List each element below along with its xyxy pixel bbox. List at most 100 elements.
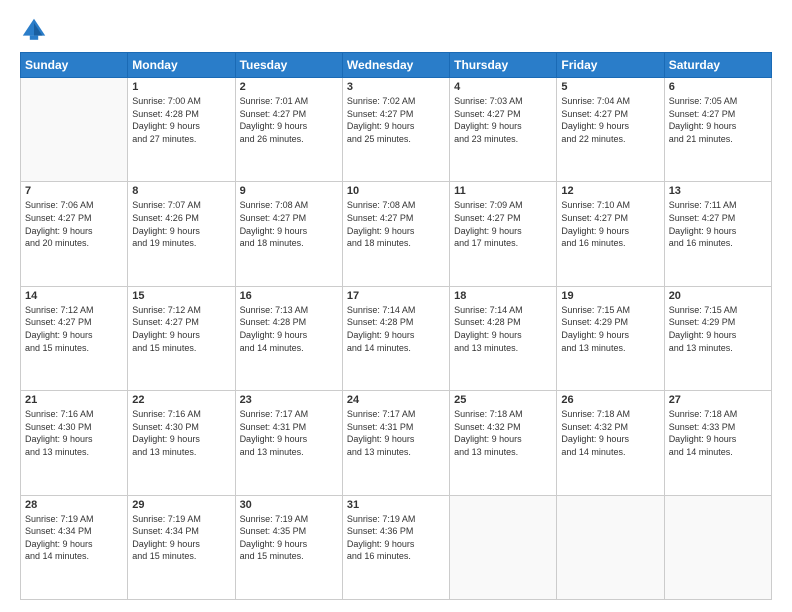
day-info: Sunrise: 7:19 AM Sunset: 4:35 PM Dayligh… (240, 513, 338, 563)
day-info: Sunrise: 7:15 AM Sunset: 4:29 PM Dayligh… (669, 304, 767, 354)
calendar-header: SundayMondayTuesdayWednesdayThursdayFrid… (21, 53, 772, 78)
day-info: Sunrise: 7:17 AM Sunset: 4:31 PM Dayligh… (240, 408, 338, 458)
day-info: Sunrise: 7:08 AM Sunset: 4:27 PM Dayligh… (347, 199, 445, 249)
cell-4-4 (450, 495, 557, 599)
day-number: 11 (454, 185, 552, 197)
day-number: 4 (454, 81, 552, 93)
cell-4-6 (664, 495, 771, 599)
header-monday: Monday (128, 53, 235, 78)
day-info: Sunrise: 7:01 AM Sunset: 4:27 PM Dayligh… (240, 95, 338, 145)
day-number: 17 (347, 290, 445, 302)
day-info: Sunrise: 7:18 AM Sunset: 4:32 PM Dayligh… (561, 408, 659, 458)
day-info: Sunrise: 7:18 AM Sunset: 4:32 PM Dayligh… (454, 408, 552, 458)
day-info: Sunrise: 7:04 AM Sunset: 4:27 PM Dayligh… (561, 95, 659, 145)
day-number: 22 (132, 394, 230, 406)
day-info: Sunrise: 7:19 AM Sunset: 4:36 PM Dayligh… (347, 513, 445, 563)
page: SundayMondayTuesdayWednesdayThursdayFrid… (0, 0, 792, 612)
header (20, 16, 772, 44)
cell-1-6: 13 Sunrise: 7:11 AM Sunset: 4:27 PM Dayli… (664, 182, 771, 286)
cell-4-3: 31Sunrise: 7:19 AM Sunset: 4:36 PM Dayli… (342, 495, 449, 599)
day-number: 25 (454, 394, 552, 406)
cell-1-2: 9Sunrise: 7:08 AM Sunset: 4:27 PM Daylig… (235, 182, 342, 286)
day-number: 13 (669, 185, 767, 197)
day-number: 3 (347, 81, 445, 93)
cell-2-4: 18 Sunrise: 7:14 AM Sunset: 4:28 PM Dayli… (450, 286, 557, 390)
day-number: 5 (561, 81, 659, 93)
day-info: Sunrise: 7:13 AM Sunset: 4:28 PM Dayligh… (240, 304, 338, 354)
day-info: Sunrise: 7:12 AM Sunset: 4:27 PM Dayligh… (25, 304, 123, 354)
header-tuesday: Tuesday (235, 53, 342, 78)
day-number: 20 (669, 290, 767, 302)
cell-4-2: 30 Sunrise: 7:19 AM Sunset: 4:35 PM Dayli… (235, 495, 342, 599)
day-info: Sunrise: 7:00 AM Sunset: 4:28 PM Dayligh… (132, 95, 230, 145)
day-number: 21 (25, 394, 123, 406)
day-info: Sunrise: 7:19 AM Sunset: 4:34 PM Dayligh… (132, 513, 230, 563)
day-info: Sunrise: 7:19 AM Sunset: 4:34 PM Dayligh… (25, 513, 123, 563)
day-number: 18 (454, 290, 552, 302)
cell-3-1: 22 Sunrise: 7:16 AM Sunset: 4:30 PM Dayli… (128, 391, 235, 495)
cell-3-3: 24 Sunrise: 7:17 AM Sunset: 4:31 PM Dayli… (342, 391, 449, 495)
cell-0-6: 6Sunrise: 7:05 AM Sunset: 4:27 PM Daylig… (664, 78, 771, 182)
day-info: Sunrise: 7:02 AM Sunset: 4:27 PM Dayligh… (347, 95, 445, 145)
cell-0-4: 4 Sunrise: 7:03 AM Sunset: 4:27 PM Daylig… (450, 78, 557, 182)
day-number: 16 (240, 290, 338, 302)
cell-3-5: 26Sunrise: 7:18 AM Sunset: 4:32 PM Dayli… (557, 391, 664, 495)
header-saturday: Saturday (664, 53, 771, 78)
day-number: 14 (25, 290, 123, 302)
day-number: 7 (25, 185, 123, 197)
day-info: Sunrise: 7:09 AM Sunset: 4:27 PM Dayligh… (454, 199, 552, 249)
header-wednesday: Wednesday (342, 53, 449, 78)
week-row-2: 7 Sunrise: 7:06 AM Sunset: 4:27 PM Daylig… (21, 182, 772, 286)
day-number: 28 (25, 499, 123, 511)
day-info: Sunrise: 7:14 AM Sunset: 4:28 PM Dayligh… (347, 304, 445, 354)
day-info: Sunrise: 7:16 AM Sunset: 4:30 PM Dayligh… (25, 408, 123, 458)
header-row: SundayMondayTuesdayWednesdayThursdayFrid… (21, 53, 772, 78)
day-info: Sunrise: 7:12 AM Sunset: 4:27 PM Dayligh… (132, 304, 230, 354)
header-thursday: Thursday (450, 53, 557, 78)
day-info: Sunrise: 7:18 AM Sunset: 4:33 PM Dayligh… (669, 408, 767, 458)
day-number: 24 (347, 394, 445, 406)
day-number: 2 (240, 81, 338, 93)
day-number: 10 (347, 185, 445, 197)
week-row-3: 14 Sunrise: 7:12 AM Sunset: 4:27 PM Dayli… (21, 286, 772, 390)
day-number: 30 (240, 499, 338, 511)
calendar-table: SundayMondayTuesdayWednesdayThursdayFrid… (20, 52, 772, 600)
day-info: Sunrise: 7:14 AM Sunset: 4:28 PM Dayligh… (454, 304, 552, 354)
cell-2-5: 19Sunrise: 7:15 AM Sunset: 4:29 PM Dayli… (557, 286, 664, 390)
cell-2-6: 20 Sunrise: 7:15 AM Sunset: 4:29 PM Dayli… (664, 286, 771, 390)
logo-icon (20, 16, 48, 44)
cell-0-1: 1 Sunrise: 7:00 AM Sunset: 4:28 PM Daylig… (128, 78, 235, 182)
cell-1-0: 7 Sunrise: 7:06 AM Sunset: 4:27 PM Daylig… (21, 182, 128, 286)
header-friday: Friday (557, 53, 664, 78)
day-number: 29 (132, 499, 230, 511)
cell-1-5: 12 Sunrise: 7:10 AM Sunset: 4:27 PM Dayli… (557, 182, 664, 286)
day-info: Sunrise: 7:10 AM Sunset: 4:27 PM Dayligh… (561, 199, 659, 249)
cell-0-5: 5 Sunrise: 7:04 AM Sunset: 4:27 PM Daylig… (557, 78, 664, 182)
day-number: 19 (561, 290, 659, 302)
cell-3-2: 23 Sunrise: 7:17 AM Sunset: 4:31 PM Dayli… (235, 391, 342, 495)
cell-4-5 (557, 495, 664, 599)
cell-1-1: 8Sunrise: 7:07 AM Sunset: 4:26 PM Daylig… (128, 182, 235, 286)
cell-3-4: 25 Sunrise: 7:18 AM Sunset: 4:32 PM Dayli… (450, 391, 557, 495)
cell-4-0: 28 Sunrise: 7:19 AM Sunset: 4:34 PM Dayli… (21, 495, 128, 599)
day-number: 1 (132, 81, 230, 93)
day-info: Sunrise: 7:16 AM Sunset: 4:30 PM Dayligh… (132, 408, 230, 458)
day-info: Sunrise: 7:07 AM Sunset: 4:26 PM Dayligh… (132, 199, 230, 249)
week-row-1: 1 Sunrise: 7:00 AM Sunset: 4:28 PM Daylig… (21, 78, 772, 182)
cell-3-6: 27Sunrise: 7:18 AM Sunset: 4:33 PM Dayli… (664, 391, 771, 495)
logo (20, 16, 52, 44)
cell-4-1: 29 Sunrise: 7:19 AM Sunset: 4:34 PM Dayli… (128, 495, 235, 599)
day-number: 9 (240, 185, 338, 197)
day-info: Sunrise: 7:03 AM Sunset: 4:27 PM Dayligh… (454, 95, 552, 145)
day-info: Sunrise: 7:06 AM Sunset: 4:27 PM Dayligh… (25, 199, 123, 249)
day-number: 23 (240, 394, 338, 406)
cell-0-0 (21, 78, 128, 182)
day-info: Sunrise: 7:11 AM Sunset: 4:27 PM Dayligh… (669, 199, 767, 249)
week-row-4: 21 Sunrise: 7:16 AM Sunset: 4:30 PM Dayli… (21, 391, 772, 495)
cell-0-3: 3 Sunrise: 7:02 AM Sunset: 4:27 PM Daylig… (342, 78, 449, 182)
cell-2-2: 16 Sunrise: 7:13 AM Sunset: 4:28 PM Dayli… (235, 286, 342, 390)
day-number: 12 (561, 185, 659, 197)
day-info: Sunrise: 7:17 AM Sunset: 4:31 PM Dayligh… (347, 408, 445, 458)
cell-0-2: 2 Sunrise: 7:01 AM Sunset: 4:27 PM Daylig… (235, 78, 342, 182)
header-sunday: Sunday (21, 53, 128, 78)
